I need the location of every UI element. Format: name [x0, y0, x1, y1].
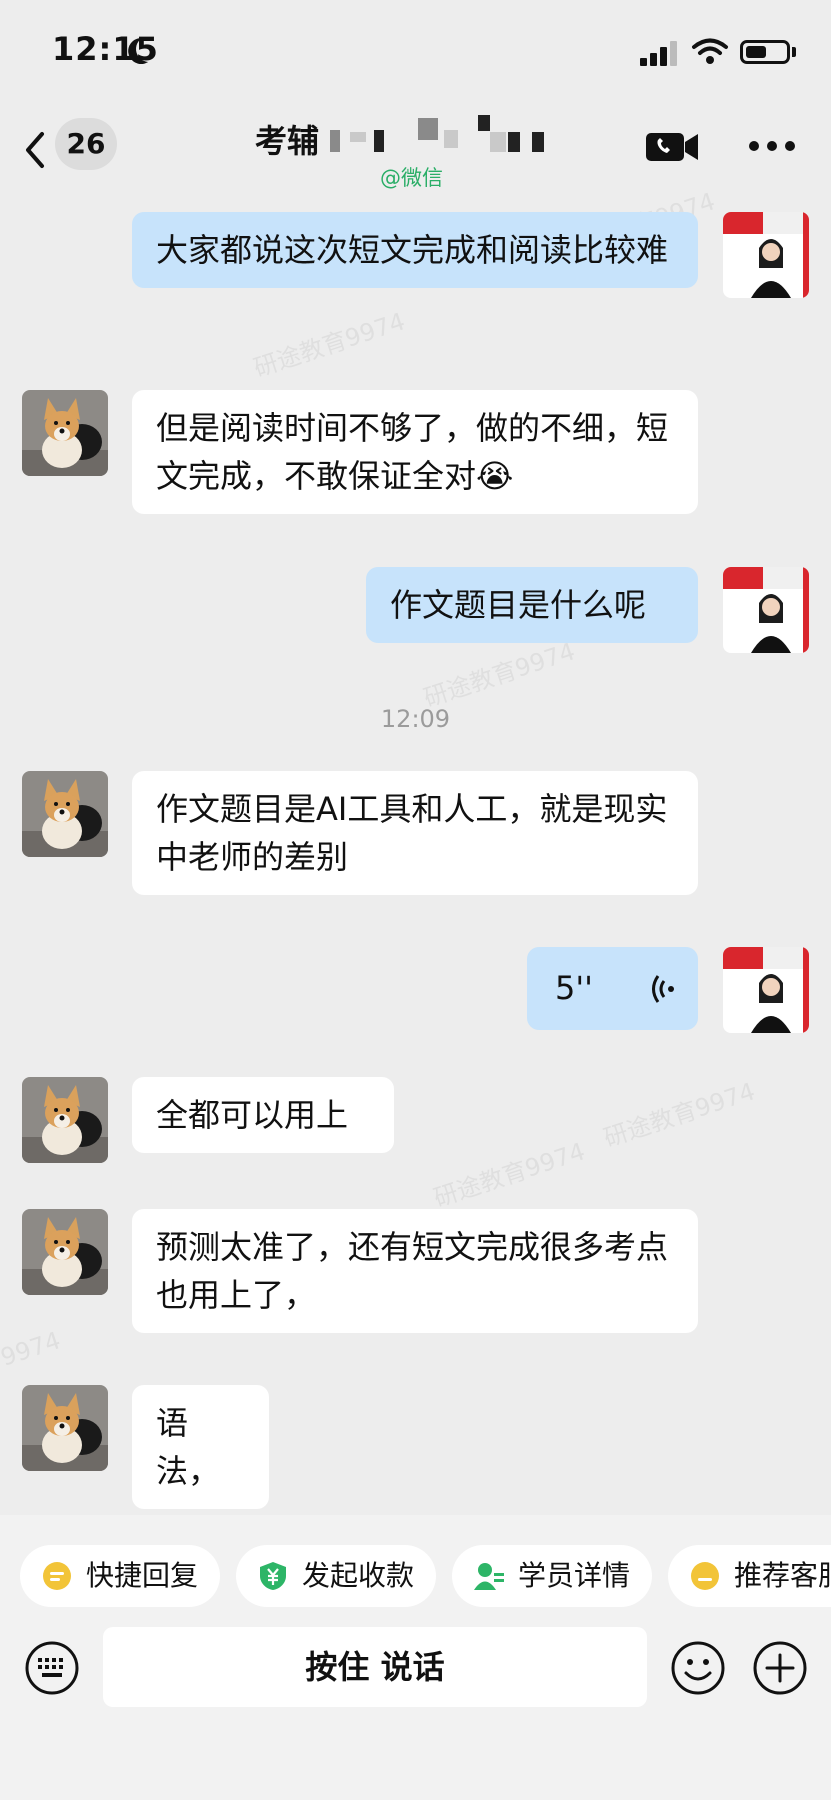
message-bubble[interactable]: 语法，: [132, 1385, 269, 1509]
voice-duration: 5'': [555, 969, 593, 1007]
redacted-name: [508, 132, 520, 152]
cellular-signal-icon: [640, 41, 677, 66]
keyboard-icon[interactable]: [24, 1640, 80, 1696]
student-avatar[interactable]: [22, 390, 108, 476]
student-avatar[interactable]: [22, 1077, 108, 1163]
redacted-name: [418, 118, 438, 140]
voice-message-bubble[interactable]: 5'': [527, 947, 698, 1030]
battery-tip: [792, 47, 796, 57]
voice-wave-icon: [652, 975, 674, 1003]
wifi-icon: [692, 38, 728, 64]
student-profile-icon: [474, 1563, 504, 1590]
emoji-icon[interactable]: [670, 1640, 726, 1696]
back-arrow-icon[interactable]: [20, 130, 50, 170]
recommend-service-icon: [691, 1562, 719, 1590]
initiate-payment-button[interactable]: 发起收款: [236, 1545, 437, 1607]
quick-reply-button[interactable]: 快捷回复: [20, 1545, 221, 1607]
agent-avatar[interactable]: [723, 567, 809, 653]
battery-icon: [740, 40, 790, 64]
quick-action-bar: 快捷回复 发起收款 学员详情 推荐客服: [0, 1515, 831, 1625]
agent-avatar[interactable]: [723, 212, 809, 298]
redacted-name: [444, 130, 458, 148]
student-avatar[interactable]: [22, 771, 108, 857]
student-avatar[interactable]: [22, 1209, 108, 1295]
agent-avatar[interactable]: [723, 947, 809, 1033]
video-call-icon[interactable]: [645, 130, 699, 164]
student-details-label: 学员详情: [518, 1559, 631, 1592]
redacted-name: [532, 132, 544, 152]
redacted-name: [374, 130, 384, 152]
quick-reply-icon: [43, 1562, 71, 1590]
chat-input-bar: 按住 说话: [0, 1625, 831, 1800]
message-bubble[interactable]: 全都可以用上: [132, 1077, 394, 1153]
student-details-button[interactable]: 学员详情: [452, 1545, 653, 1607]
redacted-name: [478, 115, 490, 131]
message-bubble[interactable]: 预测太准了，还有短文完成很多考点也用上了，: [132, 1209, 698, 1333]
initiate-payment-label: 发起收款: [302, 1559, 415, 1592]
chat-message-list[interactable]: 研途教育9974 研途教育9974 研途教育9974 研途教育9974 研途教育…: [0, 187, 831, 1515]
unread-count-badge[interactable]: 26: [55, 118, 117, 170]
quick-reply-label: 快捷回复: [86, 1559, 199, 1592]
message-bubble[interactable]: 作文题目是什么呢: [366, 567, 698, 643]
hold-to-talk-button[interactable]: 按住 说话: [103, 1627, 647, 1707]
message-bubble[interactable]: 作文题目是AI工具和人工，就是现实中老师的差别: [132, 771, 698, 895]
message-timestamp: 12:09: [380, 705, 451, 733]
student-avatar[interactable]: [22, 1385, 108, 1471]
recommend-service-button[interactable]: 推荐客服: [668, 1545, 831, 1607]
chat-title: 考辅: [255, 122, 320, 160]
more-options-icon[interactable]: [748, 140, 796, 152]
add-attachment-icon[interactable]: [752, 1640, 808, 1696]
message-bubble[interactable]: 大家都说这次短文完成和阅读比较难: [132, 212, 698, 288]
contact-source-label: @微信: [380, 166, 443, 190]
redacted-name: [330, 130, 340, 152]
status-bar: 12:15: [0, 0, 831, 110]
recommend-service-label: 推荐客服: [734, 1559, 831, 1592]
redacted-name: [350, 132, 366, 142]
redacted-name: [490, 132, 506, 152]
payment-shield-icon: [260, 1562, 286, 1590]
message-bubble[interactable]: 但是阅读时间不够了，做的不细，短文完成，不敢保证全对😭: [132, 390, 698, 514]
